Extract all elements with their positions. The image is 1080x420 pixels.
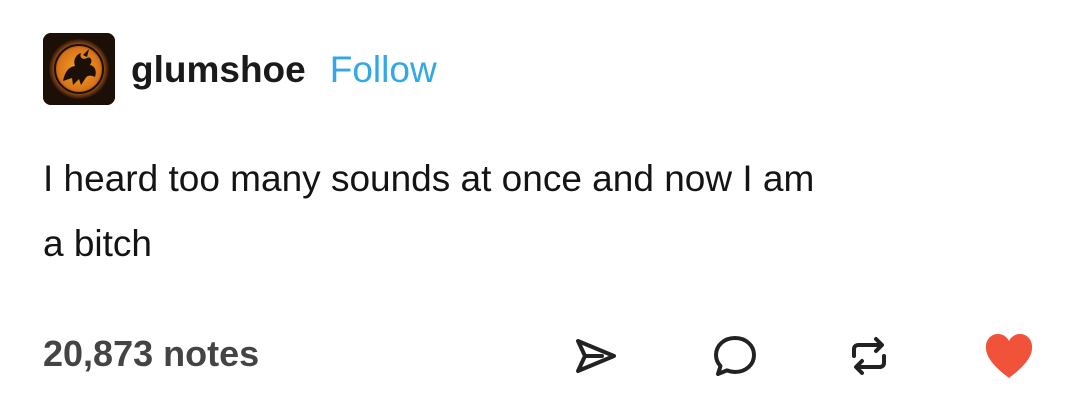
share-icon [576,339,616,373]
avatar[interactable] [43,33,115,105]
post-text: I heard too many sounds at once and now … [43,146,1043,276]
griffin-icon [43,33,115,105]
share-button[interactable] [570,330,622,382]
reply-button[interactable] [709,330,761,382]
post-text-line: a bitch [43,223,153,264]
notes-count[interactable]: 20,873 notes [43,336,259,372]
follow-button[interactable]: Follow [330,51,437,88]
post-header: glumshoe Follow [43,33,437,105]
post-text-line: I heard too many sounds at once and now … [43,158,815,199]
post-footer: 20,873 notes [43,330,1043,386]
reblog-icon [852,337,886,375]
heart-icon [985,334,1033,378]
like-button[interactable] [983,330,1035,382]
reblog-button[interactable] [843,330,895,382]
reply-icon [714,336,756,376]
username[interactable]: glumshoe [131,51,306,88]
